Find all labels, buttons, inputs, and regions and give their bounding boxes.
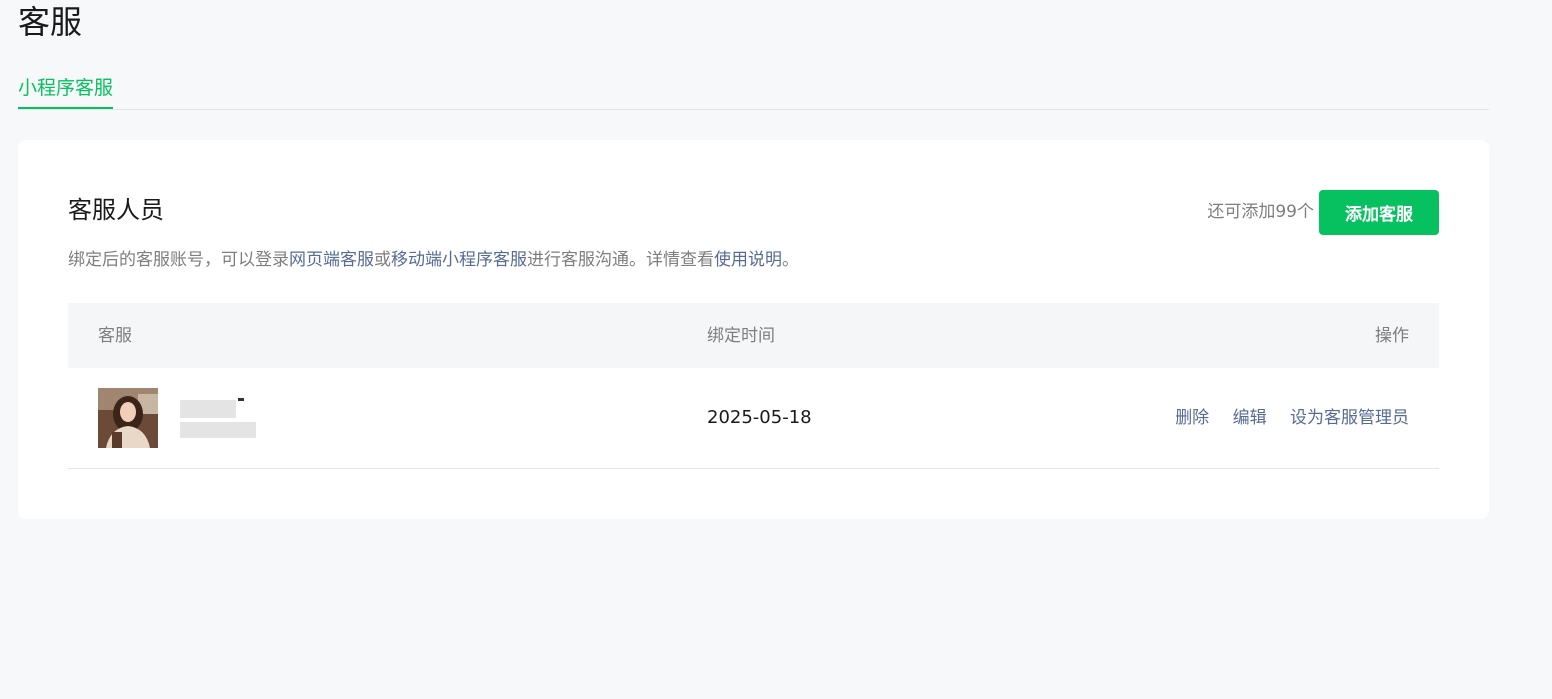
description-text: 进行客服沟通。详情查看	[527, 250, 714, 270]
column-header-actions: 操作	[1375, 326, 1409, 346]
delete-link[interactable]: 删除	[1175, 408, 1209, 428]
user-photo-avatar-icon	[98, 388, 158, 448]
avatar	[98, 388, 158, 448]
page-title: 客服	[18, 3, 83, 41]
table-row: 2025-05-18 删除 编辑 设为客服管理员	[68, 368, 1439, 469]
customer-service-card: 客服人员 还可添加99个 添加客服 绑定后的客服账号，可以登录网页端客服或移动端…	[18, 140, 1489, 519]
description-text: 或	[374, 250, 391, 270]
description-text: 。	[782, 250, 799, 270]
column-header-agent: 客服	[98, 326, 132, 346]
edit-link[interactable]: 编辑	[1233, 408, 1267, 428]
mobile-mini-program-customer-service-link[interactable]: 移动端小程序客服	[391, 250, 527, 270]
add-customer-service-button[interactable]: 添加客服	[1319, 190, 1439, 235]
web-customer-service-link[interactable]: 网页端客服	[289, 250, 374, 270]
set-as-admin-link[interactable]: 设为客服管理员	[1290, 408, 1409, 428]
tab-mini-program-customer-service[interactable]: 小程序客服	[18, 74, 114, 109]
description-text: 绑定后的客服账号，可以登录	[68, 250, 289, 270]
usage-instructions-link[interactable]: 使用说明	[714, 250, 782, 270]
remaining-quota-text: 还可添加99个	[1207, 202, 1314, 222]
column-header-bind-time: 绑定时间	[707, 326, 775, 346]
section-description: 绑定后的客服账号，可以登录网页端客服或移动端小程序客服进行客服沟通。详情查看使用…	[68, 248, 799, 272]
agent-name-redacted	[180, 398, 258, 442]
tab-bar: 小程序客服	[18, 74, 1489, 110]
section-title: 客服人员	[68, 196, 164, 224]
table-header: 客服 绑定时间 操作	[68, 303, 1439, 368]
row-actions: 删除 编辑 设为客服管理员	[1157, 406, 1409, 430]
bind-time: 2025-05-18	[707, 407, 812, 428]
